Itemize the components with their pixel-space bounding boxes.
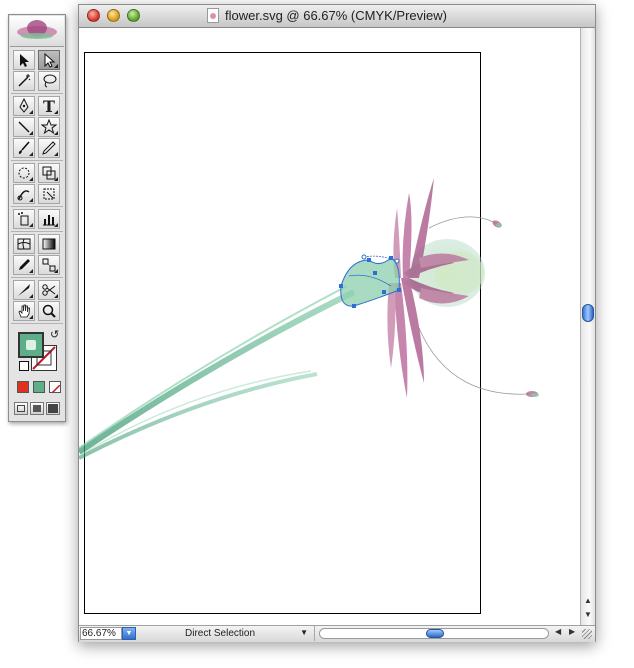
column-graph-tool[interactable] <box>38 209 60 229</box>
blend-tool[interactable] <box>38 255 60 275</box>
lasso-tool[interactable] <box>38 71 60 91</box>
palette-logo <box>10 16 64 47</box>
scale-tool[interactable] <box>38 163 60 183</box>
none-slash-icon <box>51 384 60 392</box>
rotate-tool[interactable] <box>13 163 35 183</box>
window-title: flower.svg @ 66.67% (CMYK/Preview) <box>225 8 447 23</box>
small-bud-top <box>492 220 502 228</box>
close-button[interactable] <box>87 9 100 22</box>
minimize-button[interactable] <box>107 9 120 22</box>
resize-grip-icon[interactable] <box>582 629 592 639</box>
status-bar: 66.67% ▼ Direct Selection ▼ ◀ ▶ <box>79 625 595 642</box>
none-button[interactable] <box>49 381 61 393</box>
zoom-level-field[interactable]: 66.67% <box>80 627 122 640</box>
hand-tool[interactable] <box>13 301 35 321</box>
scissors-tool[interactable] <box>38 280 60 300</box>
direct-selection-tool[interactable] <box>38 50 60 70</box>
swap-fill-stroke-icon[interactable]: ↺ <box>50 328 59 341</box>
zoom-tool[interactable] <box>38 301 60 321</box>
paintbrush-tool[interactable] <box>13 138 35 158</box>
type-tool[interactable]: T <box>38 96 60 116</box>
magic-wand-icon <box>18 74 31 87</box>
symbol-sprayer-tool[interactable] <box>13 209 35 229</box>
scroll-left-arrow-icon[interactable]: ◀ <box>555 627 561 636</box>
default-colors-icon[interactable] <box>19 361 29 371</box>
scroll-right-arrow-icon[interactable]: ▶ <box>569 627 575 636</box>
canvas[interactable] <box>79 28 580 625</box>
pen-tool[interactable] <box>13 96 35 116</box>
vertical-scroll-thumb[interactable] <box>582 304 594 322</box>
status-menu[interactable]: Direct Selection ▼ <box>139 626 315 641</box>
pencil-tool[interactable] <box>38 138 60 158</box>
free-transform-icon <box>43 188 55 200</box>
lasso-icon <box>43 74 57 88</box>
mesh-icon <box>17 238 31 250</box>
tools-palette: T ↺ <box>8 14 66 422</box>
status-menu-label: Direct Selection <box>185 628 256 639</box>
screen-mode-standard-button[interactable] <box>14 402 28 415</box>
chevron-down-icon: ▼ <box>300 628 308 637</box>
magic-wand-tool[interactable] <box>13 71 35 91</box>
fill-swatch-front[interactable] <box>18 332 44 358</box>
selection-arrow-icon <box>20 54 29 67</box>
document-window: flower.svg @ 66.67% (CMYK/Preview) ▲ ▼ 6… <box>78 4 596 642</box>
magnifier-icon <box>42 304 56 318</box>
scroll-up-arrow-icon[interactable]: ▲ <box>581 594 595 608</box>
slice-tool[interactable] <box>13 280 35 300</box>
gradient-tool[interactable] <box>38 234 60 254</box>
mesh-tool[interactable] <box>13 234 35 254</box>
horizontal-scrollbar[interactable] <box>319 628 549 639</box>
gradient-icon <box>42 238 56 250</box>
flower-logo-icon <box>17 20 57 39</box>
screen-mode-full-button[interactable] <box>46 402 60 415</box>
title-bar[interactable]: flower.svg @ 66.67% (CMYK/Preview) <box>79 5 595 28</box>
warp-tool[interactable] <box>13 184 35 204</box>
svg-document-icon <box>207 8 219 23</box>
flower-artwork[interactable] <box>79 28 580 625</box>
small-bud-bottom <box>526 391 539 397</box>
eyedropper-tool[interactable] <box>13 255 35 275</box>
free-transform-tool[interactable] <box>38 184 60 204</box>
vertical-scrollbar[interactable]: ▲ ▼ <box>580 28 595 625</box>
zoom-button[interactable] <box>127 9 140 22</box>
scroll-down-arrow-icon[interactable]: ▼ <box>581 608 595 622</box>
screen-mode-menubar-button[interactable] <box>30 402 44 415</box>
gradient-button[interactable] <box>33 381 45 393</box>
line-segment-tool[interactable] <box>13 117 35 137</box>
color-button[interactable] <box>17 381 29 393</box>
star-tool[interactable] <box>38 117 60 137</box>
selection-tool[interactable] <box>13 50 35 70</box>
horizontal-scroll-thumb[interactable] <box>426 629 444 638</box>
zoom-dropdown-button[interactable]: ▼ <box>122 627 136 640</box>
